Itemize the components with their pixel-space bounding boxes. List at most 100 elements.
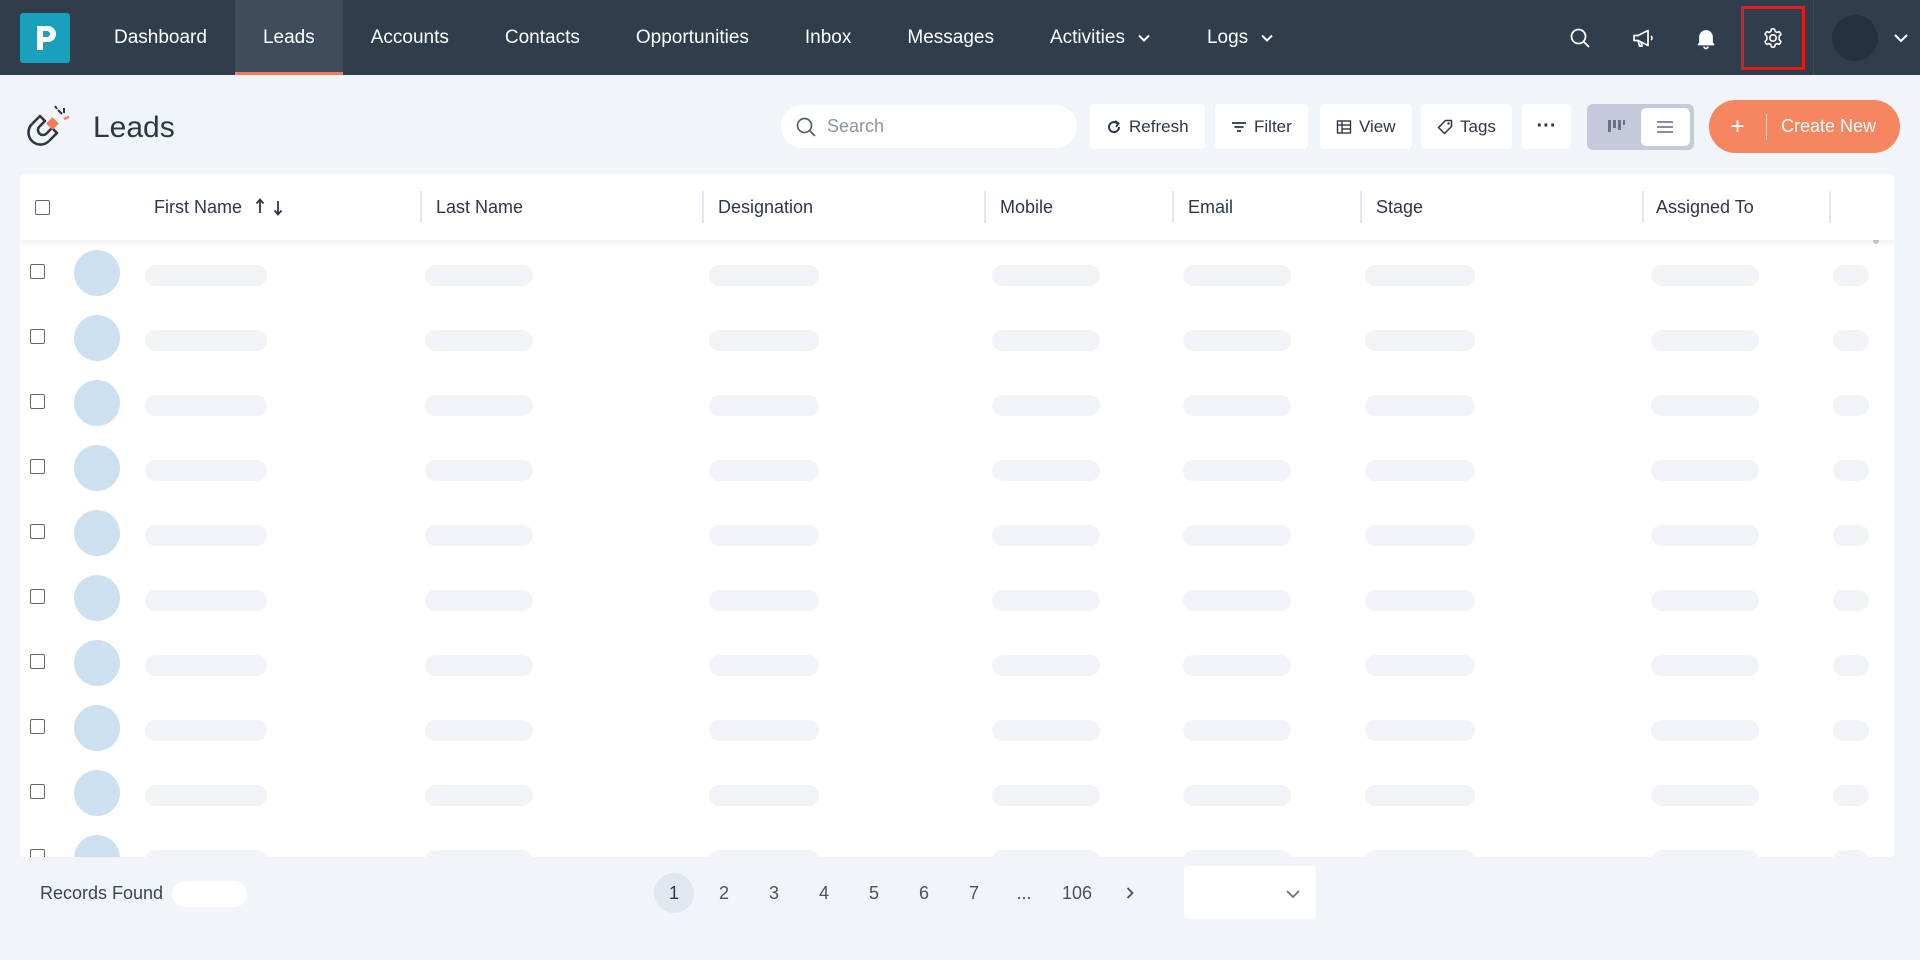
refresh-button[interactable]: Refresh <box>1090 104 1205 149</box>
nav-item-accounts[interactable]: Accounts <box>343 0 477 75</box>
loading-placeholder <box>145 265 267 286</box>
column-divider[interactable] <box>420 191 422 223</box>
column-header-stage[interactable]: Stage <box>1376 174 1423 240</box>
column-divider[interactable] <box>702 191 704 223</box>
column-header-mobile[interactable]: Mobile <box>1000 174 1053 240</box>
column-divider[interactable] <box>1829 191 1831 223</box>
loading-placeholder <box>1183 525 1291 546</box>
view-button[interactable]: View <box>1320 104 1412 149</box>
sort-desc-icon[interactable] <box>272 196 284 218</box>
column-divider[interactable] <box>1360 191 1362 223</box>
page-button-3[interactable]: 3 <box>754 873 794 913</box>
create-new-button[interactable]: + Create New <box>1709 100 1900 153</box>
more-options-button[interactable]: ··· <box>1522 104 1571 149</box>
table-row[interactable] <box>20 825 1894 857</box>
page-button-7[interactable]: 7 <box>954 873 994 913</box>
loading-placeholder <box>1833 850 1869 857</box>
column-header-email[interactable]: Email <box>1188 174 1233 240</box>
table-row[interactable] <box>20 630 1894 695</box>
tags-button[interactable]: Tags <box>1421 104 1512 149</box>
loading-placeholder <box>1365 785 1475 806</box>
row-checkbox[interactable] <box>30 589 45 604</box>
page-button-last[interactable]: 106 <box>1054 873 1100 913</box>
column-header-assigned-to[interactable]: Assigned To <box>1656 174 1754 240</box>
loading-placeholder <box>992 395 1100 416</box>
row-checkbox[interactable] <box>30 264 45 279</box>
row-checkbox[interactable] <box>30 784 45 799</box>
loading-placeholder <box>425 460 533 481</box>
row-checkbox[interactable] <box>30 719 45 734</box>
column-divider[interactable] <box>1642 191 1644 223</box>
nav-item-messages[interactable]: Messages <box>879 0 1022 75</box>
page-button-2[interactable]: 2 <box>704 873 744 913</box>
list-view-button[interactable] <box>1640 108 1690 146</box>
list-icon <box>1657 121 1674 133</box>
loading-placeholder <box>1183 655 1291 676</box>
announcements-button[interactable] <box>1611 6 1674 69</box>
loading-placeholder <box>1833 395 1869 416</box>
column-header-first-name[interactable]: First Name <box>154 174 284 240</box>
nav-item-label: Activities <box>1049 26 1125 48</box>
row-checkbox[interactable] <box>30 394 45 409</box>
loading-placeholder <box>145 850 267 857</box>
page-button-5[interactable]: 5 <box>854 873 894 913</box>
search-input[interactable] <box>827 116 1047 137</box>
avatar-placeholder <box>74 705 120 751</box>
loading-placeholder <box>992 655 1100 676</box>
nav-item-dashboard[interactable]: Dashboard <box>86 0 235 75</box>
nav-item-opportunities[interactable]: Opportunities <box>608 0 777 75</box>
row-checkbox[interactable] <box>30 329 45 344</box>
nav-item-logs[interactable]: Logs <box>1179 0 1302 75</box>
notifications-button[interactable] <box>1674 6 1737 69</box>
table-row[interactable] <box>20 500 1894 565</box>
next-page-button[interactable] <box>1110 873 1150 913</box>
nav-item-activities[interactable]: Activities <box>1022 0 1179 75</box>
table-row[interactable] <box>20 305 1894 370</box>
nav-item-contacts[interactable]: Contacts <box>477 0 608 75</box>
row-checkbox[interactable] <box>30 849 45 857</box>
loading-placeholder <box>145 785 267 806</box>
nav-item-leads[interactable]: Leads <box>234 0 343 75</box>
page-button-1[interactable]: 1 <box>654 873 694 913</box>
loading-placeholder <box>1183 785 1291 806</box>
table-row[interactable] <box>20 435 1894 500</box>
row-checkbox[interactable] <box>30 459 45 474</box>
avatar-placeholder <box>74 315 120 361</box>
row-checkbox[interactable] <box>30 654 45 669</box>
settings-button[interactable] <box>1741 5 1805 70</box>
kanban-view-button[interactable] <box>1591 108 1641 146</box>
table-row[interactable] <box>20 370 1894 435</box>
page-button-6[interactable]: 6 <box>904 873 944 913</box>
column-header-last-name[interactable]: Last Name <box>436 174 523 240</box>
records-found-label: Records Found <box>40 883 164 903</box>
column-header-designation[interactable]: Designation <box>718 174 813 240</box>
search-box[interactable] <box>781 105 1077 148</box>
loading-placeholder <box>1651 720 1759 741</box>
table-row[interactable] <box>20 240 1894 305</box>
row-checkbox[interactable] <box>30 524 45 539</box>
select-all-checkbox[interactable] <box>35 199 50 215</box>
user-menu[interactable] <box>1813 0 1920 75</box>
gear-icon <box>1764 27 1782 48</box>
page-size-select[interactable] <box>1184 866 1316 919</box>
global-search-button[interactable] <box>1548 6 1611 69</box>
columns-icon <box>1336 119 1352 134</box>
column-divider[interactable] <box>984 191 986 223</box>
loading-placeholder <box>1651 525 1759 546</box>
table-row[interactable] <box>20 695 1894 760</box>
loading-placeholder <box>992 590 1100 611</box>
loading-placeholder <box>1651 590 1759 611</box>
chevron-right-icon <box>1126 887 1134 899</box>
table-row[interactable] <box>20 565 1894 630</box>
table-row[interactable] <box>20 760 1894 825</box>
loading-placeholder <box>1183 720 1291 741</box>
filter-icon <box>1232 121 1246 132</box>
nav-item-label: Logs <box>1206 26 1249 48</box>
app-logo[interactable] <box>20 12 70 63</box>
page-button-4[interactable]: 4 <box>804 873 844 913</box>
filter-button[interactable]: Filter <box>1215 104 1308 149</box>
loading-placeholder <box>1651 395 1759 416</box>
sort-asc-icon[interactable] <box>254 196 266 218</box>
column-divider[interactable] <box>1172 191 1174 223</box>
nav-item-inbox[interactable]: Inbox <box>777 0 879 75</box>
